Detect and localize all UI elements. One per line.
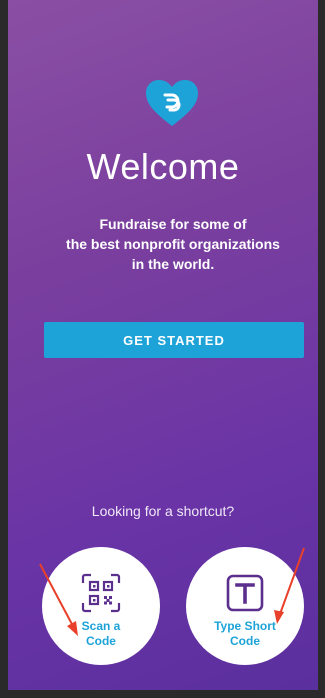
heart-logo-icon	[144, 78, 200, 128]
page-title: Welcome	[86, 146, 240, 187]
tagline-line: in the world.	[131, 256, 215, 272]
scan-code-label: Scan a Code	[82, 619, 121, 649]
label-line: Code	[85, 634, 116, 648]
tagline-line: the best nonprofit organizations	[66, 236, 280, 252]
tagline: Fundraise for some of the best nonprofit…	[48, 214, 298, 274]
frame-bottom-edge	[0, 690, 325, 698]
scan-code-button[interactable]: Scan a Code	[42, 547, 160, 665]
shortcut-prompt: Looking for a shortcut?	[91, 503, 235, 519]
welcome-screen: Welcome Fundraise for some of the best n…	[8, 0, 318, 690]
t-box-icon	[226, 574, 264, 612]
label-line: Code	[230, 634, 260, 648]
label-line: Type Short	[214, 619, 276, 633]
label-line: Scan a	[81, 619, 121, 633]
get-started-button[interactable]: GET STARTED	[44, 322, 304, 358]
qr-code-icon	[81, 573, 121, 613]
type-short-code-label: Type Short Code	[214, 619, 276, 649]
type-short-code-button[interactable]: Type Short Code	[186, 547, 304, 665]
tagline-line: Fundraise for some of	[99, 216, 247, 232]
